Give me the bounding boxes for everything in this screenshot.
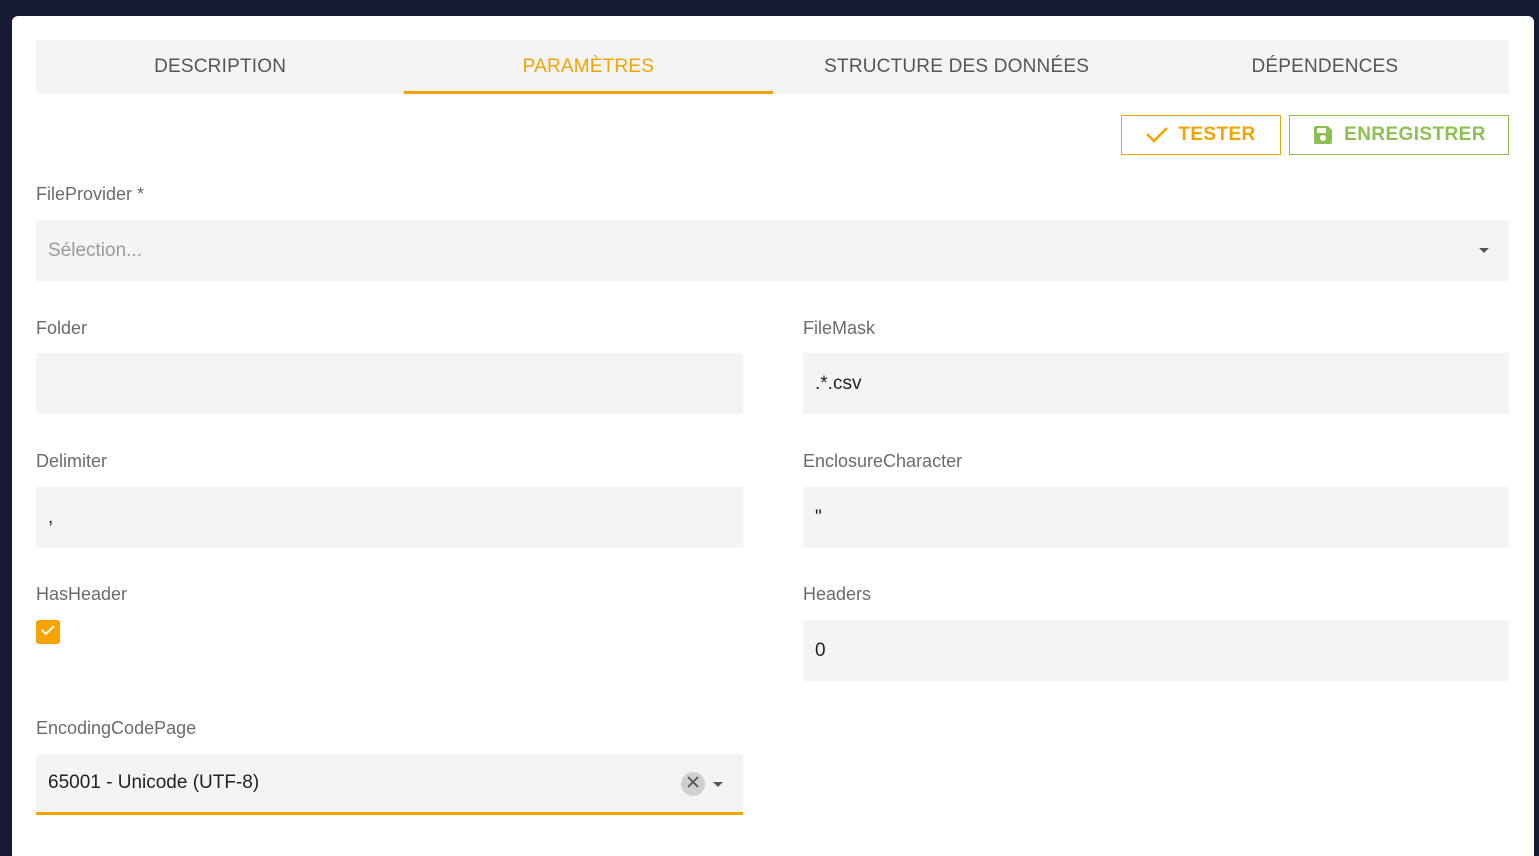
delimiter-label: Delimiter <box>36 451 108 471</box>
headers-input[interactable]: 0 <box>803 620 1509 681</box>
file-provider-select[interactable]: Sélection... <box>36 220 1509 281</box>
clear-selection-button[interactable] <box>681 772 705 796</box>
save-button[interactable]: ENREGISTRER <box>1289 115 1509 155</box>
test-button-label: TESTER <box>1178 124 1256 145</box>
tab-bar: DESCRIPTION PARAMÈTRES STRUCTURE DES DON… <box>36 40 1509 94</box>
tab-description[interactable]: DESCRIPTION <box>36 40 404 94</box>
encoding-code-page-select[interactable]: 65001 - Unicode (UTF-8) <box>36 754 743 815</box>
file-mask-value: .*.csv <box>815 372 862 394</box>
has-header-label: HasHeader <box>36 584 128 604</box>
checkmark-icon <box>40 623 56 642</box>
file-provider-placeholder: Sélection... <box>48 239 142 261</box>
folder-input[interactable] <box>36 353 743 414</box>
delimiter-input[interactable]: , <box>36 487 743 548</box>
tab-dependences[interactable]: DÉPENDENCES <box>1141 40 1509 94</box>
file-mask-label: FileMask <box>803 318 876 338</box>
folder-label: Folder <box>36 318 88 338</box>
enclosure-character-input[interactable]: " <box>803 487 1509 548</box>
encoding-code-page-label: EncodingCodePage <box>36 718 197 738</box>
enclosure-character-label: EnclosureCharacter <box>803 451 963 471</box>
file-provider-label: FileProvider * <box>36 184 145 204</box>
save-button-label: ENREGISTRER <box>1344 124 1486 145</box>
check-icon <box>1146 126 1169 144</box>
tab-structure-des-donnees[interactable]: STRUCTURE DES DONNÉES <box>773 40 1141 94</box>
floppy-disk-icon <box>1312 124 1334 146</box>
file-mask-input[interactable]: .*.csv <box>803 353 1509 414</box>
enclosure-character-value: " <box>815 506 822 528</box>
encoding-code-page-value: 65001 - Unicode (UTF-8) <box>48 772 260 793</box>
headers-value: 0 <box>815 639 826 661</box>
chevron-down-icon <box>1479 248 1489 253</box>
headers-label: Headers <box>803 584 872 604</box>
tab-parametres[interactable]: PARAMÈTRES <box>404 40 773 94</box>
close-icon <box>686 773 700 795</box>
chevron-down-icon <box>713 782 723 787</box>
delimiter-value: , <box>48 506 54 528</box>
settings-card: DESCRIPTION PARAMÈTRES STRUCTURE DES DON… <box>12 16 1534 856</box>
has-header-checkbox[interactable] <box>36 620 60 644</box>
test-button[interactable]: TESTER <box>1121 115 1281 155</box>
